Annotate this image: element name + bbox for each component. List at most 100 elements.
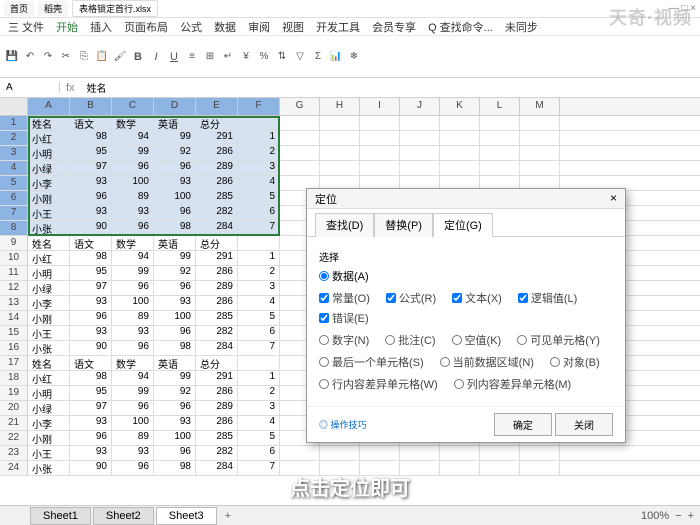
cell[interactable]: 7	[238, 461, 280, 475]
wrap-icon[interactable]: ↵	[220, 49, 236, 65]
cell[interactable]: 95	[70, 386, 112, 400]
cell[interactable]: 285	[196, 191, 238, 205]
cell[interactable]: 小刚	[28, 311, 70, 325]
cancel-button[interactable]: 关闭	[555, 413, 613, 436]
undo-icon[interactable]: ↶	[22, 49, 38, 65]
cell[interactable]: 92	[154, 386, 196, 400]
cell[interactable]	[280, 446, 320, 460]
row-header[interactable]: 9	[0, 236, 28, 250]
cell[interactable]	[440, 116, 480, 130]
cell[interactable]: 4	[238, 296, 280, 310]
cell[interactable]	[400, 161, 440, 175]
cell[interactable]: 3	[238, 281, 280, 295]
sum-icon[interactable]: Σ	[310, 49, 326, 65]
cell[interactable]: 4	[238, 416, 280, 430]
cell[interactable]: 英语	[154, 116, 196, 130]
cell[interactable]: 96	[154, 281, 196, 295]
col-header[interactable]: B	[70, 98, 112, 115]
cell[interactable]: 98	[154, 461, 196, 475]
radio-object[interactable]	[550, 357, 560, 367]
cell[interactable]: 4	[238, 176, 280, 190]
row-header[interactable]: 8	[0, 221, 28, 235]
cell[interactable]: 285	[196, 311, 238, 325]
cell[interactable]: 289	[196, 281, 238, 295]
row-header[interactable]: 18	[0, 371, 28, 385]
cb-formula[interactable]	[386, 293, 396, 303]
row-header[interactable]: 6	[0, 191, 28, 205]
cell[interactable]: 7	[238, 341, 280, 355]
cell[interactable]	[440, 461, 480, 475]
cell[interactable]: 96	[112, 401, 154, 415]
cell[interactable]: 姓名	[28, 116, 70, 130]
cell[interactable]: 97	[70, 161, 112, 175]
cell[interactable]: 英语	[154, 236, 196, 250]
cell[interactable]: 96	[154, 446, 196, 460]
cell[interactable]	[320, 131, 360, 145]
cell[interactable]: 286	[196, 266, 238, 280]
cell[interactable]: 语文	[70, 116, 112, 130]
tab-goto[interactable]: 定位(G)	[433, 213, 493, 237]
cell[interactable]: 小李	[28, 296, 70, 310]
cell[interactable]: 285	[196, 431, 238, 445]
cell[interactable]: 99	[154, 131, 196, 145]
add-sheet-icon[interactable]: +	[219, 510, 237, 522]
menu-item[interactable]: 三 文件	[8, 19, 44, 35]
cell[interactable]: 小刚	[28, 191, 70, 205]
menu-item[interactable]: 页面布局	[124, 19, 168, 35]
zoom-out-icon[interactable]: −	[675, 510, 681, 522]
sheet-tab-2[interactable]: Sheet2	[93, 507, 154, 525]
col-header[interactable]: C	[112, 98, 154, 115]
freeze-icon[interactable]: ❄	[346, 49, 362, 65]
cell[interactable]: 姓名	[28, 356, 70, 370]
cell[interactable]: 100	[154, 431, 196, 445]
save-icon[interactable]: 💾	[4, 49, 20, 65]
cell[interactable]: 291	[196, 131, 238, 145]
menu-item[interactable]: 审阅	[248, 19, 270, 35]
col-header[interactable]: F	[238, 98, 280, 115]
cell[interactable]: 99	[112, 146, 154, 160]
cell[interactable]: 96	[112, 161, 154, 175]
cell[interactable]: 94	[112, 131, 154, 145]
italic-icon[interactable]: I	[148, 49, 164, 65]
cell[interactable]: 96	[154, 326, 196, 340]
row-header[interactable]: 22	[0, 431, 28, 445]
row-header[interactable]: 24	[0, 461, 28, 475]
menu-item[interactable]: Q 查找命令...	[428, 19, 493, 35]
cell[interactable]	[400, 116, 440, 130]
cell[interactable]: 92	[154, 146, 196, 160]
cell[interactable]: 小绿	[28, 161, 70, 175]
tab-file[interactable]: 表格锁定首行.xlsx	[72, 0, 158, 17]
cell[interactable]: 286	[196, 146, 238, 160]
cell[interactable]	[360, 116, 400, 130]
format-painter-icon[interactable]: 🖌	[112, 49, 128, 65]
radio-rowdiff[interactable]	[319, 379, 329, 389]
row-header[interactable]: 14	[0, 311, 28, 325]
cell[interactable]: 100	[112, 296, 154, 310]
row-header[interactable]: 16	[0, 341, 28, 355]
cell[interactable]: 90	[70, 461, 112, 475]
cell[interactable]: 96	[112, 461, 154, 475]
cell[interactable]: 小绿	[28, 401, 70, 415]
cell[interactable]: 99	[112, 266, 154, 280]
cell[interactable]: 小红	[28, 131, 70, 145]
cell[interactable]: 93	[154, 176, 196, 190]
col-header[interactable]: E	[196, 98, 238, 115]
cell[interactable]: 93	[154, 416, 196, 430]
cell[interactable]	[400, 446, 440, 460]
row-header[interactable]: 17	[0, 356, 28, 370]
cell[interactable]: 284	[196, 461, 238, 475]
cell[interactable]: 89	[112, 191, 154, 205]
cell[interactable]: 97	[70, 281, 112, 295]
cell[interactable]: 2	[238, 266, 280, 280]
row-header[interactable]: 12	[0, 281, 28, 295]
cell[interactable]: 286	[196, 416, 238, 430]
cell[interactable]	[320, 446, 360, 460]
cell[interactable]	[520, 116, 560, 130]
cell[interactable]	[280, 116, 320, 130]
cell[interactable]: 数学	[112, 116, 154, 130]
formula-input[interactable]: 姓名	[81, 80, 700, 95]
tab-docer[interactable]: 稻壳	[38, 1, 68, 16]
row-header[interactable]: 23	[0, 446, 28, 460]
row-header[interactable]: 15	[0, 326, 28, 340]
cell[interactable]	[360, 446, 400, 460]
